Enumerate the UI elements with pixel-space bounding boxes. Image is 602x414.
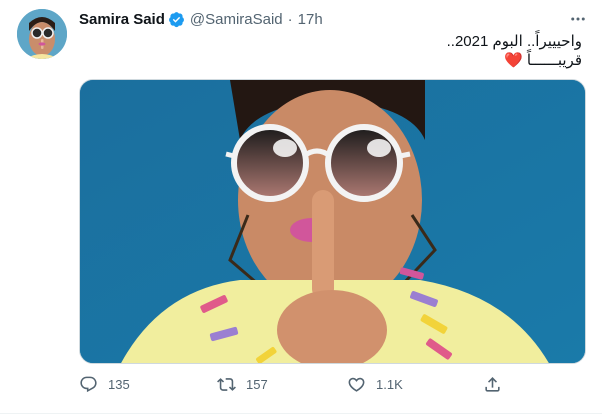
handle[interactable]: @SamiraSaid (190, 11, 283, 28)
retweet-button[interactable]: 157 (217, 372, 268, 396)
reply-icon (80, 376, 97, 392)
like-button[interactable]: 1.1K (347, 372, 403, 396)
tweet-text-line-2: قريبــــــاً❤️ (102, 51, 582, 70)
tweet-text-line-1: واحيييراً.. البوم 2021.. (446, 33, 582, 50)
more-options-icon[interactable] (565, 7, 591, 31)
media-photo (80, 80, 585, 363)
tweet-media-image[interactable] (79, 79, 586, 364)
avatar[interactable] (17, 9, 67, 59)
tweet-actions: 135 157 1.1K (71, 372, 511, 396)
share-button[interactable] (483, 372, 502, 396)
like-count: 1.1K (376, 376, 403, 392)
separator-dot: · (287, 10, 293, 28)
avatar-image (17, 9, 67, 59)
share-icon (485, 376, 500, 392)
reply-button[interactable]: 135 (79, 372, 130, 396)
display-name[interactable]: Samira Said (79, 11, 165, 28)
red-heart-emoji-icon: ❤️ (504, 52, 523, 69)
tweet[interactable]: Samira Said @SamiraSaid · 17h واحيييراً.… (0, 0, 602, 414)
tweet-text-line-2-text: قريبــــــاً (526, 52, 582, 69)
reply-count: 135 (108, 376, 130, 392)
retweet-icon (217, 377, 236, 391)
retweet-count: 157 (246, 376, 268, 392)
verified-badge-icon (168, 11, 185, 28)
tweet-header: Samira Said @SamiraSaid · 17h (79, 9, 323, 29)
heart-icon (348, 377, 365, 392)
tweet-text: واحيييراً.. البوم 2021.. قريبــــــاً❤️ (102, 32, 582, 70)
timestamp[interactable]: 17h (298, 11, 323, 28)
